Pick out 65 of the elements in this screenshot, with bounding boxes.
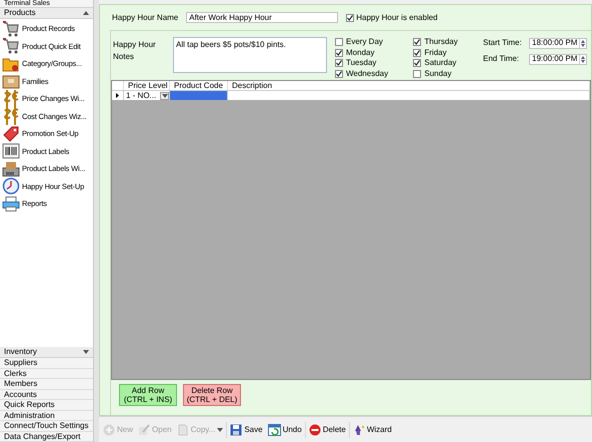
spinner-icon[interactable]	[579, 54, 586, 64]
plus-icon	[103, 424, 115, 436]
checkbox[interactable]	[335, 48, 343, 56]
window-undo-icon	[268, 424, 281, 436]
currency-icon	[2, 88, 20, 110]
document-icon	[176, 424, 189, 436]
table-cell[interactable]	[170, 91, 228, 100]
cart-icon	[2, 20, 20, 38]
group-header[interactable]: Inventory	[0, 347, 93, 358]
cart-icon	[2, 37, 20, 56]
time-field[interactable]: 18:00:00 PM	[529, 38, 587, 48]
checkbox[interactable]	[413, 38, 422, 46]
checkbox-label: Happy Hour is enabled	[356, 12, 438, 24]
label-printer-icon	[2, 160, 20, 178]
checkbox-label: Thursday	[424, 36, 458, 48]
group-header[interactable]: Members	[0, 379, 93, 390]
checkbox[interactable]	[346, 14, 354, 22]
wizard-button[interactable]: Wizard	[350, 420, 394, 438]
column-header[interactable]: Price Level	[124, 81, 170, 90]
checkbox[interactable]	[335, 38, 343, 46]
group-header[interactable]: Suppliers	[0, 358, 93, 368]
checkbox[interactable]	[413, 70, 422, 78]
checkbox-label: Tuesday	[346, 57, 376, 70]
group-header[interactable]: Clerks	[0, 368, 93, 379]
checkbox[interactable]	[413, 48, 422, 56]
collapse-icon[interactable]	[83, 11, 89, 15]
group-header[interactable]: Data Changes/Export	[0, 432, 93, 442]
name-field[interactable]: After Work Happy Hour	[186, 12, 338, 23]
checkbox[interactable]	[413, 59, 422, 68]
checkbox[interactable]	[335, 70, 343, 78]
barcode-icon	[2, 142, 20, 160]
pencil-icon	[138, 424, 150, 436]
checkbox-label: Saturday	[424, 57, 456, 70]
dropdown-icon[interactable]	[160, 92, 169, 100]
checkbox-label: Every Day	[346, 36, 383, 48]
undo-button[interactable]: Undo	[266, 420, 304, 438]
notes-field[interactable]: All tap beers $5 pots/$10 pints.	[173, 37, 327, 73]
save-button[interactable]: Save	[228, 420, 265, 438]
delete-icon	[308, 424, 321, 436]
checkbox-label: Monday	[346, 46, 374, 58]
expand-icon[interactable]	[83, 350, 89, 354]
field-label: End Time:	[483, 53, 520, 65]
field-label: Start Time:	[483, 37, 523, 49]
checkbox-label: Friday	[424, 46, 447, 58]
group-header[interactable]: Accounts	[0, 390, 93, 400]
checkbox-label: Sunday	[424, 68, 452, 80]
checkbox-label: Wednesday	[346, 68, 388, 80]
field-label: Happy Hour Name	[112, 12, 178, 24]
wizard-icon	[352, 424, 365, 436]
group-header[interactable]: Connect/Touch Settings	[0, 421, 93, 432]
clock-icon	[2, 177, 20, 196]
group-header[interactable]: Administration	[0, 410, 93, 421]
table-cell[interactable]: 1 - NO...	[124, 91, 170, 100]
add-row-button[interactable]: Add Row (CTRL + INS)	[119, 384, 177, 406]
group-header[interactable]: Products	[0, 8, 93, 19]
field-label: Happy Hour Notes	[112, 39, 157, 63]
currency-icon	[2, 105, 20, 128]
column-header[interactable]: Description	[228, 81, 590, 90]
group-header[interactable]: Quick Reports	[0, 400, 93, 410]
time-field[interactable]: 19:00:00 PM	[529, 54, 587, 64]
delete-row-button[interactable]: Delete Row (CTRL + DEL)	[183, 384, 241, 406]
spinner-icon[interactable]	[579, 38, 586, 48]
checkbox[interactable]	[335, 59, 343, 68]
column-header[interactable]: Product Code	[170, 81, 228, 90]
delete-button[interactable]: Delete	[306, 420, 348, 438]
